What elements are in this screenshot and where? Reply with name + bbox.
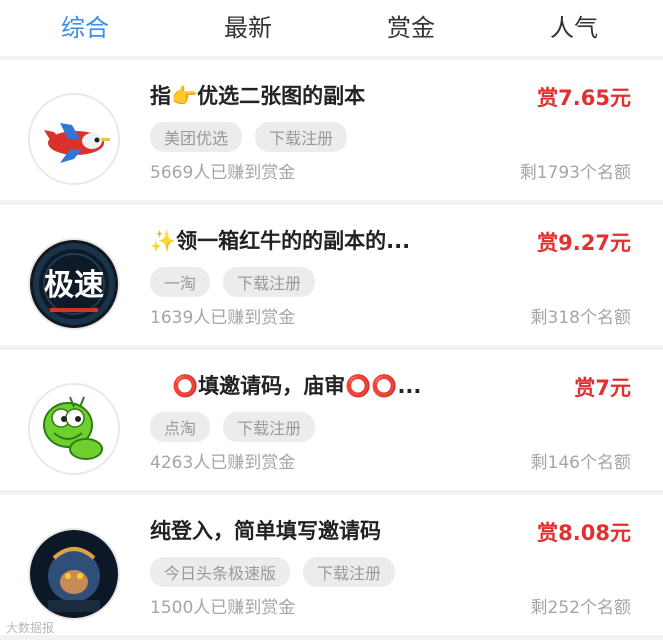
remaining-count: 剩146个名额 bbox=[530, 453, 631, 473]
tab-latest[interactable]: 最新 bbox=[193, 8, 303, 43]
reward-amount: 赏8.08元 bbox=[537, 521, 631, 545]
task-title: 指👉优选二张图的副本 bbox=[150, 84, 366, 108]
tag-action[interactable]: 下载注册 bbox=[223, 412, 316, 442]
plane-avatar bbox=[28, 93, 120, 185]
tag-action[interactable]: 下载注册 bbox=[223, 267, 316, 297]
tab-popularity[interactable]: 人气 bbox=[519, 8, 629, 43]
earned-count: 5669人已赚到赏金 bbox=[150, 163, 296, 183]
remaining-count: 剩252个名额 bbox=[530, 598, 631, 618]
speed-app-avatar: 极速 bbox=[28, 238, 120, 330]
monkey-king-avatar bbox=[28, 528, 120, 620]
task-list: 指👉优选二张图的副本 赏7.65元 美团优选 下载注册 5669人已赚到赏金 剩… bbox=[0, 60, 663, 640]
tag-list: 今日头条极速版 下载注册 bbox=[150, 557, 403, 587]
task-title: ✨领一箱红牛的的副本的... bbox=[150, 229, 411, 253]
task-item[interactable]: 极速 ✨领一箱红牛的的副本的... 赏9.27元 一淘 下载注册 1639人已赚… bbox=[0, 205, 663, 345]
reward-amount: 赏9.27元 bbox=[537, 231, 631, 255]
task-item[interactable]: ⭕填邀请码，庙审⭕⭕... 赏7元 点淘 下载注册 4263人已赚到赏金 剩14… bbox=[0, 350, 663, 490]
tag-app[interactable]: 一淘 bbox=[150, 267, 211, 297]
remaining-count: 剩318个名额 bbox=[530, 308, 631, 328]
tag-action[interactable]: 下载注册 bbox=[255, 122, 348, 152]
earned-count: 4263人已赚到赏金 bbox=[150, 453, 296, 473]
remaining-count: 剩1793个名额 bbox=[519, 163, 631, 183]
tag-app[interactable]: 美团优选 bbox=[150, 122, 243, 152]
svg-text:极速: 极速 bbox=[44, 268, 104, 303]
earned-count: 1639人已赚到赏金 bbox=[150, 308, 296, 328]
filter-tabs: 综合 最新 赏金 人气 bbox=[0, 0, 663, 56]
tab-comprehensive[interactable]: 综合 bbox=[30, 8, 140, 43]
caterpillar-avatar bbox=[28, 383, 120, 475]
tag-list: 一淘 下载注册 bbox=[150, 267, 323, 297]
tag-app[interactable]: 点淘 bbox=[150, 412, 211, 442]
watermark-text: 大数据报 bbox=[6, 621, 55, 635]
task-item[interactable]: 纯登入，简单填写邀请码 赏8.08元 今日头条极速版 下载注册 1500人已赚到… bbox=[0, 495, 663, 635]
tag-list: 美团优选 下载注册 bbox=[150, 122, 355, 152]
earned-count: 1500人已赚到赏金 bbox=[150, 598, 296, 618]
task-title: 纯登入，简单填写邀请码 bbox=[150, 519, 381, 543]
task-title: ⭕填邀请码，庙审⭕⭕... bbox=[172, 374, 422, 398]
tag-app[interactable]: 今日头条极速版 bbox=[150, 557, 291, 587]
tab-reward[interactable]: 赏金 bbox=[356, 8, 466, 43]
task-item[interactable]: 指👉优选二张图的副本 赏7.65元 美团优选 下载注册 5669人已赚到赏金 剩… bbox=[0, 60, 663, 200]
tag-list: 点淘 下载注册 bbox=[150, 412, 323, 442]
reward-amount: 赏7.65元 bbox=[537, 86, 631, 110]
tag-action[interactable]: 下载注册 bbox=[303, 557, 396, 587]
reward-amount: 赏7元 bbox=[574, 376, 631, 400]
